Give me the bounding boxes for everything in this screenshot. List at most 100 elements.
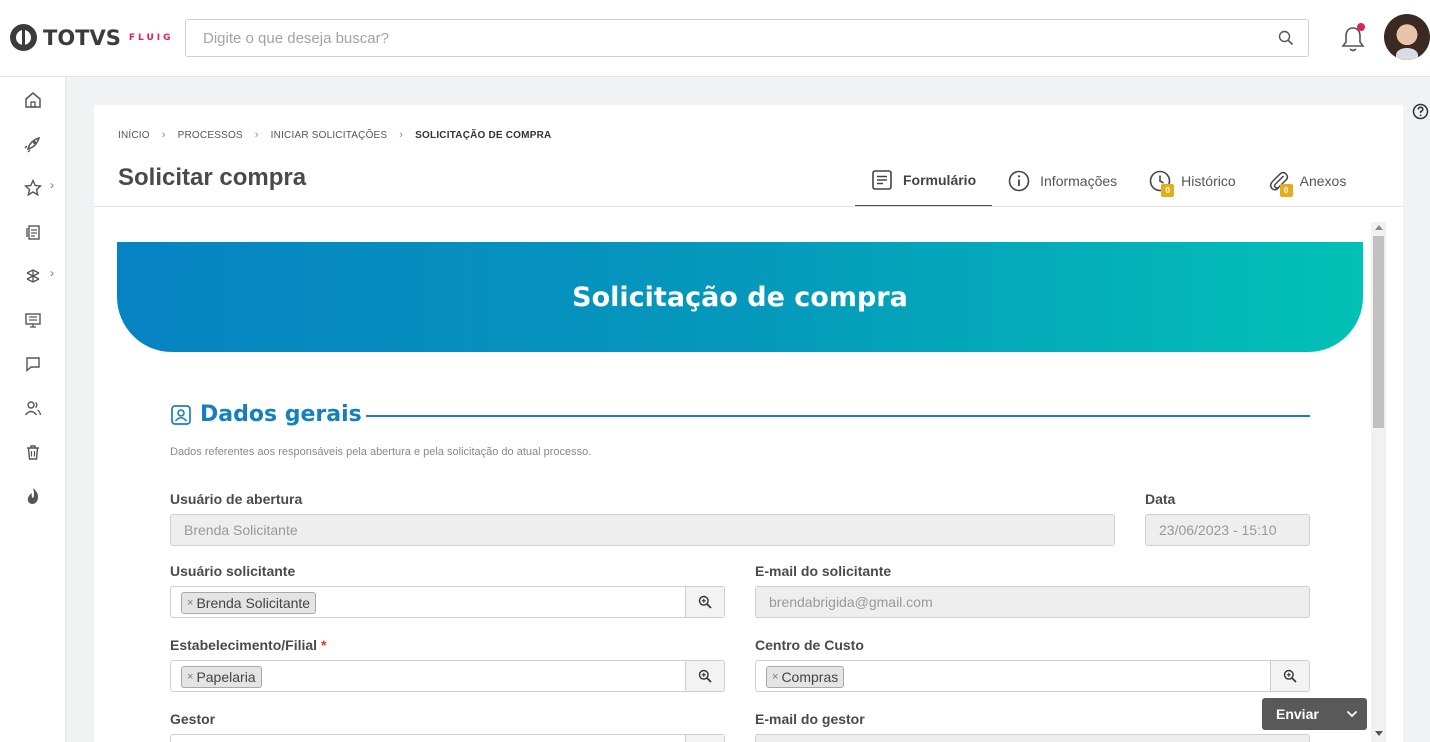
chevron-right-icon[interactable]: › xyxy=(50,266,54,280)
remove-chip-icon[interactable]: × xyxy=(187,593,193,613)
chip-label: Papelaria xyxy=(196,669,256,685)
section-rule xyxy=(366,415,1310,417)
breadcrumb-item[interactable]: INÍCIO xyxy=(118,130,150,141)
search-input[interactable] xyxy=(186,20,1246,56)
section-description: Dados referentes aos responsáveis pela a… xyxy=(170,446,592,458)
brand-sub: FLUIG xyxy=(128,32,174,43)
rocket-icon xyxy=(24,136,41,153)
help-icon[interactable] xyxy=(1412,103,1429,120)
chat-icon xyxy=(26,357,40,373)
user-avatar[interactable] xyxy=(1384,14,1430,60)
chevron-right-icon[interactable]: › xyxy=(50,178,54,192)
tab-label: Histórico xyxy=(1181,173,1236,189)
usuario-abertura-field: Brenda Solicitante xyxy=(170,514,1115,546)
estabelecimento-field[interactable]: × Papelaria xyxy=(170,660,725,692)
count-badge: 0 xyxy=(1161,184,1175,197)
selected-chip[interactable]: × Brenda Solicitante xyxy=(181,592,317,614)
main-card: INÍCIO › PROCESSOS › INICIAR SOLICITAÇÕE… xyxy=(94,105,1403,742)
history-icon-wrap: 0 xyxy=(1149,170,1175,197)
chevron-right-icon: › xyxy=(161,129,166,141)
attachments-icon-wrap: 0 xyxy=(1268,170,1293,197)
breadcrumb-item[interactable]: INICIAR SOLICITAÇÕES xyxy=(271,130,388,141)
breadcrumb-item[interactable]: PROCESSOS xyxy=(178,130,243,141)
breadcrumb-current: SOLICITAÇÃO DE COMPRA xyxy=(415,129,552,141)
sidebar-item-trash[interactable] xyxy=(20,439,46,465)
documents-icon xyxy=(26,225,40,240)
lookup-button[interactable] xyxy=(685,587,724,617)
scroll-thumb[interactable] xyxy=(1373,236,1384,428)
send-button[interactable]: Enviar xyxy=(1262,698,1367,730)
email-solicitante-field: brendabrigida@gmail.com xyxy=(755,586,1310,618)
field-label: Estabelecimento/Filial * xyxy=(170,637,326,653)
tab-anexos[interactable]: 0 Anexos xyxy=(1252,155,1363,207)
star-icon xyxy=(24,179,42,197)
form-title: Solicitação de compra xyxy=(572,281,908,313)
global-search xyxy=(185,19,1309,57)
section-title: Dados gerais xyxy=(200,402,362,427)
sidebar-item-chat[interactable] xyxy=(20,351,46,377)
field-label: Centro de Custo xyxy=(755,637,864,653)
lookup-button[interactable] xyxy=(1270,661,1309,691)
sidebar-item-favorites[interactable] xyxy=(20,175,46,201)
email-gestor-field xyxy=(755,734,1310,742)
sidebar-item-documents[interactable] xyxy=(20,219,46,245)
data-field: 23/06/2023 - 15:10 xyxy=(1145,514,1310,546)
send-label: Enviar xyxy=(1276,706,1319,722)
sidebar-item-dashboard[interactable] xyxy=(20,307,46,333)
lookup-button[interactable] xyxy=(685,735,724,742)
zoom-search-icon xyxy=(698,595,712,609)
tab-informacoes[interactable]: Informações xyxy=(992,155,1133,207)
remove-chip-icon[interactable]: × xyxy=(772,667,778,687)
chevron-right-icon: › xyxy=(254,129,259,141)
scrollbar[interactable] xyxy=(1371,222,1386,742)
field-label: E-mail do gestor xyxy=(755,711,865,727)
tab-label: Informações xyxy=(1040,173,1118,189)
chip-label: Compras xyxy=(781,669,839,685)
page-title: Solicitar compra xyxy=(118,164,307,191)
field-label: Usuário solicitante xyxy=(170,563,296,579)
remove-chip-icon[interactable]: × xyxy=(187,667,193,687)
send-options-toggle[interactable] xyxy=(1336,698,1367,730)
form-scroll-area[interactable]: Solicitação de compra Dados gerais Dados… xyxy=(94,207,1403,742)
field-label: Data xyxy=(1145,491,1176,507)
lookup-button[interactable] xyxy=(685,661,724,691)
home-icon xyxy=(25,92,41,108)
sidebar-item-users[interactable] xyxy=(20,395,46,421)
field-label: Gestor xyxy=(170,711,216,727)
workflow-icon xyxy=(26,269,40,283)
chevron-right-icon: › xyxy=(399,129,404,141)
tab-formulario[interactable]: Formulário xyxy=(855,155,993,207)
top-bar: TOTVS FLUIG xyxy=(0,0,1430,77)
field-label: E-mail do solicitante xyxy=(755,563,892,579)
section-header: Dados gerais xyxy=(170,402,362,427)
scroll-down-arrow[interactable] xyxy=(1375,731,1383,736)
scroll-up-arrow[interactable] xyxy=(1375,225,1383,230)
search-icon[interactable] xyxy=(1278,30,1294,46)
field-label: Usuário de abertura xyxy=(170,491,303,507)
info-icon xyxy=(1008,170,1030,192)
sidebar-item-fluig[interactable] xyxy=(20,483,46,509)
sidebar-item-home[interactable] xyxy=(20,87,46,113)
brand-name: TOTVS xyxy=(43,25,121,50)
trash-icon xyxy=(27,445,39,460)
zoom-search-icon xyxy=(698,669,712,683)
totvs-logo-mark xyxy=(10,24,37,51)
count-badge: 0 xyxy=(1279,184,1293,197)
notification-dot xyxy=(1357,23,1365,31)
chevron-down-icon xyxy=(1346,710,1357,718)
selected-chip[interactable]: × Papelaria xyxy=(181,666,262,688)
tab-bar: Formulário Informações 0 Histórico 0 Ane… xyxy=(855,155,1362,207)
gestor-field[interactable] xyxy=(170,734,725,742)
tab-label: Formulário xyxy=(903,172,977,188)
user-card-icon xyxy=(171,404,191,425)
sidebar-item-workflow[interactable] xyxy=(20,263,46,289)
usuario-solicitante-field[interactable]: × Brenda Solicitante xyxy=(170,586,725,618)
totvs-fluig-logo[interactable]: TOTVS FLUIG xyxy=(10,24,174,51)
tab-historico[interactable]: 0 Histórico xyxy=(1133,155,1251,207)
selected-chip[interactable]: × Compras xyxy=(766,666,845,688)
fluig-flame-icon xyxy=(27,488,39,504)
label-text: Estabelecimento/Filial xyxy=(170,637,318,653)
sidebar: › › xyxy=(0,77,66,742)
sidebar-item-rocket[interactable] xyxy=(20,131,46,157)
centro-custo-field[interactable]: × Compras xyxy=(755,660,1310,692)
